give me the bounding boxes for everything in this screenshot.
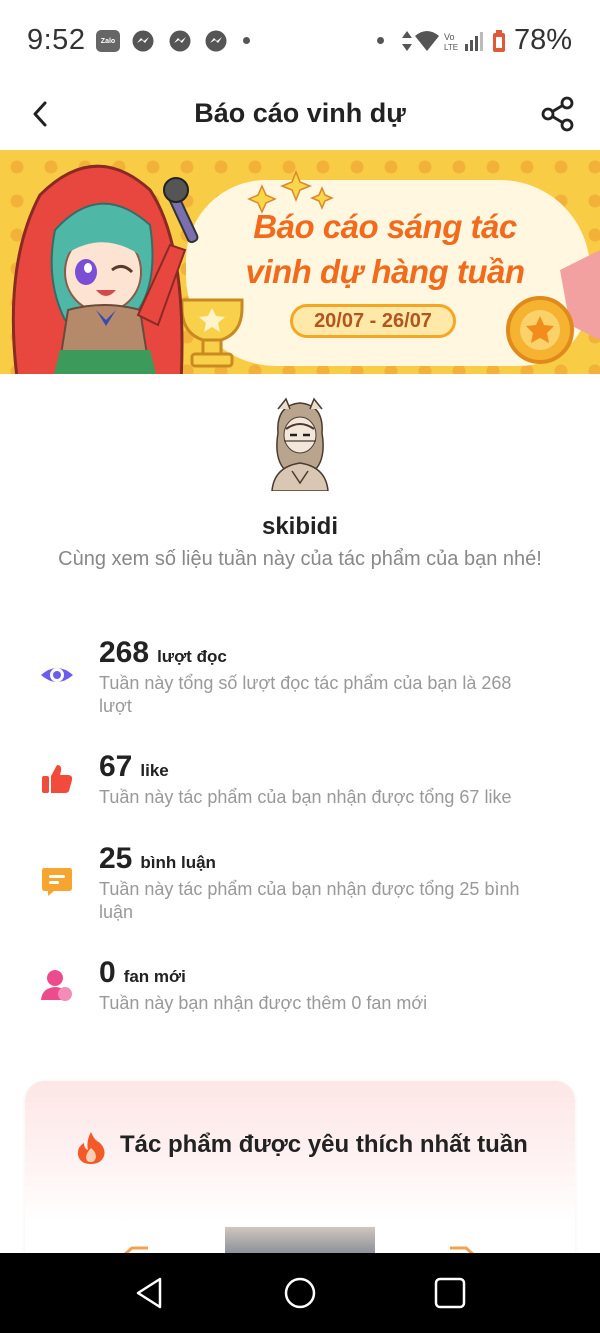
nav-home-icon[interactable] [280,1273,320,1313]
stat-reads-description: Tuần này tổng số lượt đọc tác phẩm của b… [99,673,512,716]
stat-reads-unit: lượt đọc [157,647,227,666]
stat-new-fans-unit: fan mới [123,967,186,986]
system-navigation-bar [0,1253,600,1333]
stat-reads: 268 lượt đọc Tuần này tổng số lượt đọc tá… [0,636,600,716]
page-title: Báo cáo vinh dự [194,98,406,128]
stat-reads-headline: 268 lượt đọc [99,636,227,670]
zalo-icon: Zalo [96,30,120,52]
stat-likes-unit: like [140,761,169,780]
stat-new-fans-value: 0 [99,956,116,989]
stat-new-fans: 0 fan mới Tuần này bạn nhận được thêm 0 f… [0,956,600,1016]
eye-icon [41,668,73,682]
stat-likes-headline: 67 like [99,750,169,784]
status-time: 9:52 [27,24,86,56]
fire-icon [77,1132,105,1164]
stat-new-fans-description: Tuần này bạn nhận được thêm 0 fan mới [99,993,428,1013]
status-bar: 9:52 Zalo Vo LTE 78% [0,0,600,80]
stat-likes-description: Tuần này tác phẩm của bạn nhận được tổng… [99,787,512,807]
stat-new-fans-headline: 0 fan mới [99,956,186,990]
username: skibidi [261,513,339,540]
stat-comments-headline: 25 bình luận [99,842,216,876]
messenger-icon [169,30,191,52]
stat-comments: 25 bình luận Tuần này tác phẩm của bạn nh… [0,842,600,922]
stat-comments-value: 25 [99,842,133,875]
messenger-icon [132,30,154,52]
battery-percentage: 78% [514,24,573,56]
status-dot-icon [377,37,384,44]
report-subtitle: Cùng xem số liệu tuần này của tác phẩm c… [58,548,542,570]
stat-comments-description: Tuần này tác phẩm của bạn nhận được tổng… [99,879,520,922]
share-button[interactable] [538,94,578,134]
stat-comments-unit: bình luận [140,853,216,872]
volte-icon: VoLTE [444,32,458,52]
app-header: Báo cáo vinh dự [0,80,600,150]
svg-text:Vo: Vo [444,32,455,42]
data-transfer-icon [402,31,412,51]
battery-icon [493,30,505,52]
stat-likes-value: 67 [99,750,133,783]
nav-recents-icon[interactable] [430,1273,470,1313]
svg-text:LTE: LTE [444,43,458,52]
comment-icon [42,868,72,896]
stat-reads-value: 268 [99,636,150,669]
thumbs-up-icon [42,765,73,793]
nav-back-icon[interactable] [130,1273,170,1313]
messenger-icon [205,30,227,52]
wifi-icon [415,31,439,51]
more-notifications-dot-icon [243,37,250,44]
banner-title-line1: Báo cáo sáng tác [253,208,517,245]
stat-likes: 67 like Tuần này tác phẩm của bạn nhận đư… [0,750,600,810]
weekly-report-banner: Báo cáo sáng tác vinh dự hàng tuần 20/07… [0,150,600,374]
banner-title-line2: vinh dự hàng tuần [245,253,525,290]
banner-date-range: 20/07 - 26/07 [290,304,456,338]
user-icon [41,970,72,1001]
signal-icon [465,32,483,51]
avatar [264,397,336,491]
most-liked-work-title: Tác phẩm được yêu thích nhất tuần [120,1131,528,1158]
